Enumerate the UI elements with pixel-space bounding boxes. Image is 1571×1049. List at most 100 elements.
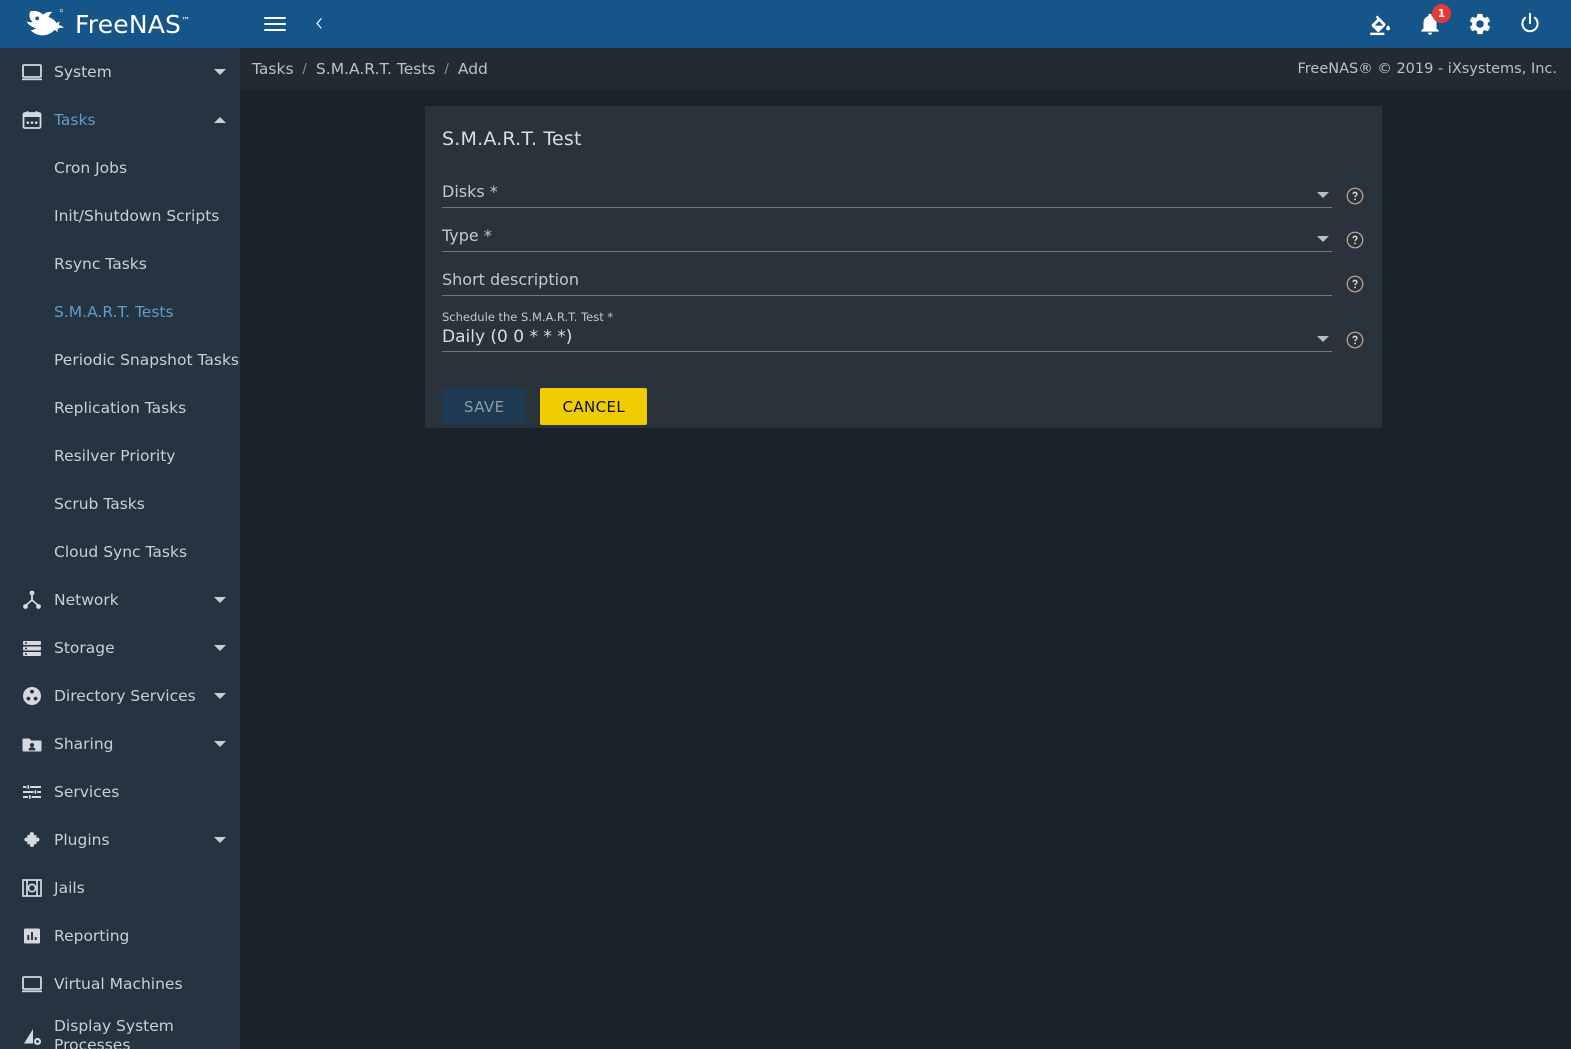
breadcrumb-separator: / bbox=[444, 61, 449, 77]
sidebar-item-system[interactable]: System bbox=[0, 48, 240, 96]
field-short-description: Short description bbox=[442, 266, 1365, 296]
form-fields: Disks * Type * Short description Schedul… bbox=[425, 150, 1382, 425]
chevron-left-icon: ‹ bbox=[314, 7, 324, 39]
breadcrumb-item-tasks[interactable]: Tasks bbox=[252, 60, 294, 78]
main-content: Tasks / S.M.A.R.T. Tests / Add FreeNAS® … bbox=[240, 48, 1571, 1049]
schedule-value: Daily (0 0 * * *) bbox=[442, 327, 573, 347]
sidebar-item-init-shutdown-scripts[interactable]: Init/Shutdown Scripts bbox=[0, 192, 240, 240]
sidebar-item-periodic-snapshot-tasks[interactable]: Periodic Snapshot Tasks bbox=[0, 336, 240, 384]
gear-icon bbox=[1469, 13, 1491, 35]
notifications-button[interactable]: 1 bbox=[1417, 4, 1451, 37]
sidebar-item-replication-tasks[interactable]: Replication Tasks bbox=[0, 384, 240, 432]
breadcrumb-bar: Tasks / S.M.A.R.T. Tests / Add FreeNAS® … bbox=[240, 48, 1571, 90]
breadcrumb-separator: / bbox=[302, 61, 307, 77]
sidebar-subitem-label: Rsync Tasks bbox=[54, 255, 147, 273]
disks-label: Disks * bbox=[442, 182, 498, 201]
sidebar-item-label: Sharing bbox=[54, 735, 114, 753]
power-icon bbox=[1521, 12, 1539, 33]
sidebar-subitem-label: Resilver Priority bbox=[54, 447, 176, 465]
help-circle-icon-disks[interactable] bbox=[1345, 186, 1365, 206]
sharing-icon bbox=[10, 732, 54, 756]
chevron-down-icon bbox=[214, 597, 226, 603]
monitor-icon bbox=[10, 60, 54, 84]
help-circle-icon-schedule[interactable] bbox=[1345, 330, 1365, 350]
hamburger-icon bbox=[264, 13, 286, 35]
monitor-icon bbox=[10, 972, 54, 996]
breadcrumb: Tasks / S.M.A.R.T. Tests / Add bbox=[252, 60, 488, 78]
chevron-down-icon bbox=[214, 741, 226, 747]
sidebar-item-label: Services bbox=[54, 783, 120, 801]
sidebar-item-label: Virtual Machines bbox=[54, 975, 183, 993]
calendar-icon bbox=[10, 108, 54, 132]
sidebar-item-scrub-tasks[interactable]: Scrub Tasks bbox=[0, 480, 240, 528]
sidebar-item-sharing[interactable]: Sharing bbox=[0, 720, 240, 768]
settings-button[interactable] bbox=[1467, 11, 1493, 37]
chevron-down-icon bbox=[214, 693, 226, 699]
sidebar-item-label: Jails bbox=[54, 879, 85, 897]
form-actions: SAVE CANCEL bbox=[442, 352, 1365, 425]
sidebar-item-virtual-machines[interactable]: Virtual Machines bbox=[0, 960, 240, 1008]
sidebar-subitem-label: S.M.A.R.T. Tests bbox=[54, 303, 174, 321]
sidebar-item-cron-jobs[interactable]: Cron Jobs bbox=[0, 144, 240, 192]
reporting-icon bbox=[10, 924, 54, 948]
sidebar-subitem-label: Scrub Tasks bbox=[54, 495, 145, 513]
sidebar-item-tasks[interactable]: Tasks bbox=[0, 96, 240, 144]
sidebar-subitem-label: Periodic Snapshot Tasks bbox=[54, 351, 240, 369]
sidebar-item-resilver-priority[interactable]: Resilver Priority bbox=[0, 432, 240, 480]
sidebar-navigation: System Tasks Cron Jobs Init/Shutdown Scr… bbox=[0, 48, 240, 1049]
breadcrumb-item-smart-tests[interactable]: S.M.A.R.T. Tests bbox=[316, 60, 436, 78]
chevron-down-icon bbox=[214, 837, 226, 843]
power-button[interactable] bbox=[1517, 11, 1543, 37]
schedule-select[interactable]: Schedule the S.M.A.R.T. Test * Daily (0 … bbox=[442, 310, 1332, 352]
disks-select[interactable]: Disks * bbox=[442, 178, 1332, 208]
sidebar-item-network[interactable]: Network bbox=[0, 576, 240, 624]
cancel-button[interactable]: CANCEL bbox=[540, 388, 648, 425]
sidebar-item-jails[interactable]: Jails bbox=[0, 864, 240, 912]
type-label: Type * bbox=[442, 226, 492, 245]
processes-icon bbox=[10, 1024, 54, 1048]
sidebar-item-storage[interactable]: Storage bbox=[0, 624, 240, 672]
sidebar-subitem-label: Init/Shutdown Scripts bbox=[54, 207, 220, 225]
sidebar-subitem-label: Cloud Sync Tasks bbox=[54, 543, 188, 561]
brand-logo[interactable]: FreeNAS™ bbox=[0, 0, 240, 48]
sidebar-item-display-system-processes[interactable]: Display System Processes bbox=[0, 1008, 240, 1049]
sidebar-item-services[interactable]: Services bbox=[0, 768, 240, 816]
help-circle-icon-short-description[interactable] bbox=[1345, 274, 1365, 294]
sidebar-item-label: Tasks bbox=[54, 111, 96, 129]
field-disks: Disks * bbox=[442, 178, 1365, 208]
theme-button[interactable] bbox=[1367, 11, 1393, 37]
sidebar-item-rsync-tasks[interactable]: Rsync Tasks bbox=[0, 240, 240, 288]
brand-name: FreeNAS™ bbox=[75, 9, 191, 39]
short-description-input[interactable]: Short description bbox=[442, 266, 1332, 296]
sidebar-item-label: Storage bbox=[54, 639, 115, 657]
top-app-bar: FreeNAS™ ‹ 1 bbox=[0, 0, 1571, 48]
sidebar-collapse-button[interactable]: ‹ bbox=[304, 9, 334, 39]
chevron-down-icon bbox=[214, 645, 226, 651]
save-button[interactable]: SAVE bbox=[442, 388, 527, 425]
chevron-down-icon bbox=[214, 69, 226, 75]
dropdown-arrow-icon bbox=[1317, 236, 1329, 242]
directory-icon bbox=[10, 684, 54, 708]
breadcrumb-item-add: Add bbox=[457, 60, 488, 78]
menu-toggle-button[interactable] bbox=[260, 9, 290, 39]
services-icon bbox=[10, 780, 54, 804]
puzzle-icon bbox=[10, 828, 54, 852]
short-description-label: Short description bbox=[442, 270, 579, 289]
help-circle-icon-type[interactable] bbox=[1345, 230, 1365, 250]
dropdown-arrow-icon bbox=[1317, 192, 1329, 198]
sidebar-subitem-label: Replication Tasks bbox=[54, 399, 187, 417]
type-select[interactable]: Type * bbox=[442, 222, 1332, 252]
sidebar-item-reporting[interactable]: Reporting bbox=[0, 912, 240, 960]
sidebar-item-label: Plugins bbox=[54, 831, 110, 849]
sidebar-item-plugins[interactable]: Plugins bbox=[0, 816, 240, 864]
sidebar-item-cloud-sync-tasks[interactable]: Cloud Sync Tasks bbox=[0, 528, 240, 576]
sidebar-subitem-label: Cron Jobs bbox=[54, 159, 128, 177]
sidebar-item-directory-services[interactable]: Directory Services bbox=[0, 672, 240, 720]
storage-icon bbox=[10, 636, 54, 660]
network-icon bbox=[10, 588, 54, 612]
sidebar-item-label: Reporting bbox=[54, 927, 130, 945]
brand-trademark: ™ bbox=[181, 16, 191, 27]
sidebar-item-smart-tests[interactable]: S.M.A.R.T. Tests bbox=[0, 288, 240, 336]
freenas-shark-logo-icon bbox=[26, 9, 64, 36]
paint-fill-icon bbox=[1370, 15, 1391, 36]
